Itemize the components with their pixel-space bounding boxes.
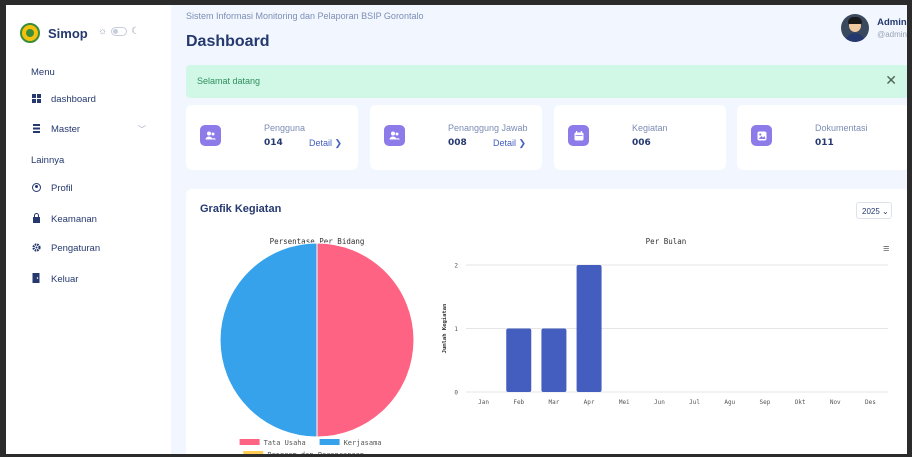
stat-card-penanggung-jawab: Penanggung Jawab 008 Detail ❯ [370, 105, 542, 170]
y-tick-label: 1 [454, 326, 458, 333]
calendar-icon [568, 125, 589, 146]
sidebar-item-dashboard[interactable]: dashboard [31, 94, 96, 105]
stat-value: 006 [632, 138, 651, 148]
sidebar-item-keluar[interactable]: Keluar [31, 273, 78, 285]
user-circle-icon [31, 183, 41, 194]
detail-link[interactable]: Detail ❯ [493, 138, 526, 149]
sidebar-item-keamanan[interactable]: Keamanan [31, 213, 97, 225]
users-icon [200, 125, 221, 146]
menu-section-title: Menu [31, 67, 55, 78]
x-tick-label: Jan [478, 399, 489, 406]
y-tick-label: 2 [454, 263, 458, 270]
legend-label: Tata Usaha [264, 439, 306, 447]
legend-swatch [319, 439, 340, 445]
x-tick-label: Mei [619, 399, 630, 406]
avatar [841, 14, 870, 42]
x-tick-label: Feb [513, 399, 524, 406]
x-tick-label: Des [865, 399, 876, 406]
stat-label: Dokumentasi [815, 123, 868, 133]
stack-icon [31, 124, 41, 135]
bar [506, 328, 532, 392]
gear-icon [31, 243, 41, 254]
user-menu[interactable]: Admin @admin [841, 14, 907, 42]
users-icon [384, 125, 405, 146]
bar [576, 265, 602, 392]
y-tick-label: 0 [454, 390, 458, 397]
chart-section-title: Grafik Kegiatan [200, 203, 282, 215]
grid-icon [31, 94, 41, 105]
bar-title: Per Bulan [646, 237, 687, 246]
sidebar-item-label: Master [51, 124, 81, 135]
sidebar-item-label: dashboard [51, 94, 96, 105]
moon-icon: ☾ [131, 26, 141, 37]
sun-icon: ☼ [98, 26, 108, 37]
year-select-value: 2025 [862, 207, 880, 216]
sidebar-item-profil[interactable]: Profil [31, 183, 73, 194]
brand-logo [20, 23, 40, 43]
page-title: Dashboard [186, 33, 270, 50]
legend-swatch [239, 439, 260, 445]
stat-value: 014 [264, 138, 283, 148]
bar-chart: Per Bulan 0 1 2 Jumlah Kegiatan Jan Feb Mar Apr M… [442, 237, 888, 406]
alert-text: Selamat datang [197, 76, 261, 86]
stat-label: Kegiatan [632, 123, 668, 133]
pie-slice [316, 242, 415, 438]
pie-chart: Persentase Per BidangTata Usaha Kerjasama… [219, 237, 415, 454]
x-tick-label: Apr [584, 399, 595, 406]
close-icon[interactable]: ✕ [885, 72, 897, 89]
theme-toggle[interactable] [111, 27, 128, 36]
lock-icon [31, 213, 41, 225]
year-select[interactable]: 2025 ⌄ [856, 202, 892, 219]
legend-label: Kerjasama [344, 439, 382, 447]
x-tick-label: Nov [830, 399, 841, 406]
x-tick-label: Mar [548, 399, 559, 406]
y-axis-label: Jumlah Kegiatan [442, 304, 448, 354]
theme-switcher: ☼ ☾ [98, 26, 140, 37]
stat-label: Penanggung Jawab [448, 123, 528, 133]
legend-label: Program dan Perencanaan [267, 451, 364, 454]
stat-card-dokumentasi: Dokumentasi 011 [737, 105, 907, 170]
x-tick-label: Jul [689, 399, 700, 406]
brand[interactable]: Simop [20, 23, 88, 43]
user-handle: @admin [877, 30, 907, 39]
stat-value: 008 [448, 138, 467, 148]
app-window: Simop ☼ ☾ Menu dashboard Master ﹀ Lainny… [6, 5, 907, 454]
x-tick-label: Jun [654, 399, 665, 406]
sidebar-item-label: Pengaturan [51, 243, 101, 254]
pie-slice [219, 242, 318, 438]
user-name: Admin [877, 17, 907, 28]
door-icon [31, 273, 41, 285]
image-icon [751, 125, 772, 146]
bar [541, 328, 567, 392]
sidebar: Simop ☼ ☾ Menu dashboard Master ﹀ Lainny… [6, 5, 171, 454]
chevron-down-icon: ﹀ [138, 125, 146, 134]
sidebar-item-master[interactable]: Master ﹀ [31, 124, 146, 135]
stat-value: 011 [815, 138, 834, 148]
x-tick-label: Agu [724, 399, 735, 406]
brand-name: Simop [48, 25, 88, 41]
stat-label: Pengguna [264, 123, 306, 133]
sidebar-item-label: Profil [51, 183, 73, 194]
chart-card: Grafik Kegiatan 2025 ⌄ ≡ Persentase Per … [186, 189, 907, 454]
stat-card-kegiatan: Kegiatan 006 [554, 105, 726, 170]
chevron-down-icon: ⌄ [882, 207, 889, 216]
lainnya-section-title: Lainnya [31, 155, 65, 166]
detail-link[interactable]: Detail ❯ [309, 138, 342, 149]
sidebar-item-label: Keluar [51, 273, 79, 285]
sidebar-item-label: Keamanan [51, 213, 97, 225]
legend-swatch [243, 451, 264, 454]
stat-card-pengguna: Pengguna 014 Detail ❯ [186, 105, 358, 170]
x-tick-label: Okt [795, 399, 806, 406]
welcome-alert: Selamat datang ✕ [186, 65, 907, 98]
app-subtitle: Sistem Informasi Monitoring dan Pelapora… [186, 11, 424, 21]
sidebar-item-pengaturan[interactable]: Pengaturan [31, 243, 100, 254]
x-tick-label: Sep [759, 399, 770, 406]
